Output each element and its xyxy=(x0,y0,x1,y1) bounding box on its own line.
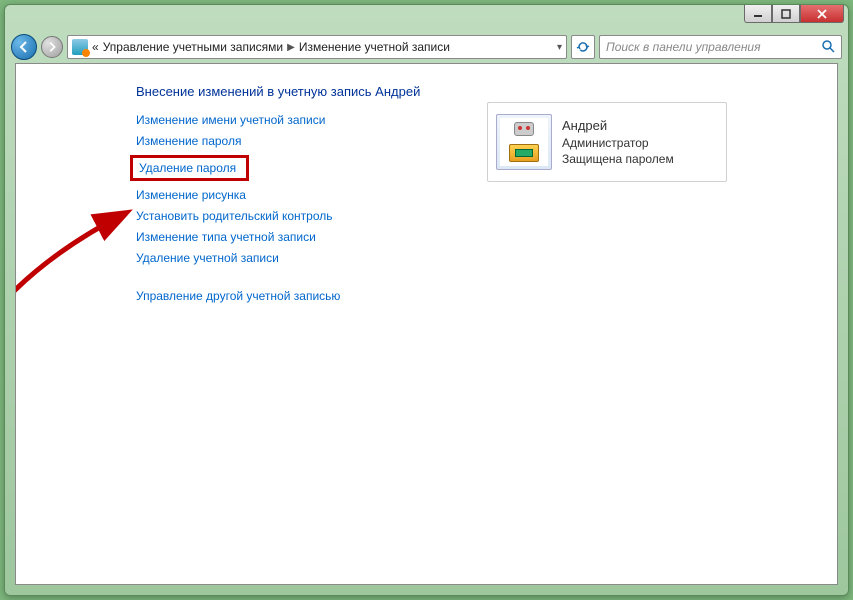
avatar xyxy=(496,114,552,170)
account-card[interactable]: Андрей Администратор Защищена паролем xyxy=(487,102,727,182)
highlight-annotation: Удаление пароля xyxy=(130,155,249,181)
search-input[interactable]: Поиск в панели управления xyxy=(599,35,842,59)
search-placeholder: Поиск в панели управления xyxy=(606,40,761,54)
link-parental-controls[interactable]: Установить родительский контроль xyxy=(136,209,333,223)
breadcrumb-seg-2[interactable]: Изменение учетной записи xyxy=(299,40,450,54)
breadcrumb-chevron-icon: « xyxy=(92,40,99,54)
navbar: « Управление учетными записями ▶ Изменен… xyxy=(5,31,848,63)
account-status: Защищена паролем xyxy=(562,151,674,167)
robot-avatar-icon xyxy=(500,118,548,166)
breadcrumb-dropdown-icon[interactable]: ▾ xyxy=(557,42,562,53)
main-content: Внесение изменений в учетную запись Андр… xyxy=(16,64,837,303)
account-name: Андрей xyxy=(562,117,674,135)
link-change-picture[interactable]: Изменение рисунка xyxy=(136,188,246,202)
window-frame: « Управление учетными записями ▶ Изменен… xyxy=(4,4,849,596)
close-button[interactable] xyxy=(800,5,844,23)
minimize-button[interactable] xyxy=(744,5,772,23)
page-title: Внесение изменений в учетную запись Андр… xyxy=(136,84,837,99)
content-area: Внесение изменений в учетную запись Андр… xyxy=(15,63,838,585)
titlebar xyxy=(5,5,848,31)
link-delete-password[interactable]: Удаление пароля xyxy=(139,161,236,175)
back-button[interactable] xyxy=(11,34,37,60)
forward-button[interactable] xyxy=(41,36,63,58)
spacer xyxy=(136,272,837,282)
refresh-button[interactable] xyxy=(571,35,595,59)
maximize-button[interactable] xyxy=(772,5,800,23)
account-role: Администратор xyxy=(562,135,674,151)
user-accounts-icon xyxy=(72,39,88,55)
chevron-right-icon: ▶ xyxy=(287,42,295,53)
link-rename-account[interactable]: Изменение имени учетной записи xyxy=(136,113,325,127)
account-info: Андрей Администратор Защищена паролем xyxy=(562,117,674,167)
link-delete-account[interactable]: Удаление учетной записи xyxy=(136,251,279,265)
link-change-password[interactable]: Изменение пароля xyxy=(136,134,241,148)
breadcrumb-seg-1[interactable]: Управление учетными записями xyxy=(103,40,283,54)
window-controls xyxy=(744,5,844,23)
link-manage-other-account[interactable]: Управление другой учетной записью xyxy=(136,289,340,303)
breadcrumb[interactable]: « Управление учетными записями ▶ Изменен… xyxy=(67,35,567,59)
search-icon[interactable] xyxy=(821,39,835,56)
link-change-account-type[interactable]: Изменение типа учетной записи xyxy=(136,230,316,244)
